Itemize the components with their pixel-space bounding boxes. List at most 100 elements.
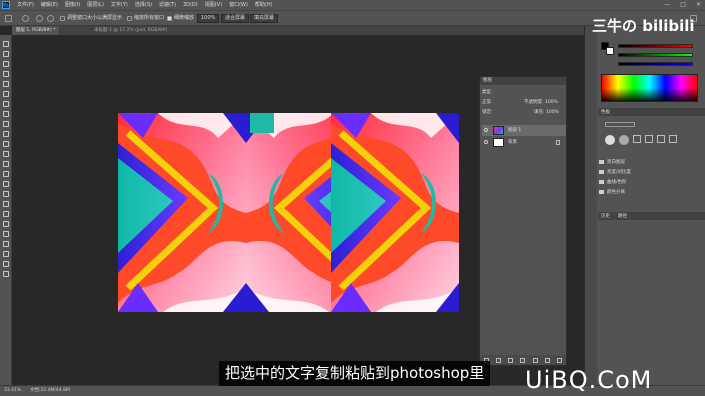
bilibili-watermark: 三牛の bilibili (592, 17, 695, 35)
brush-preset-icon[interactable] (669, 135, 677, 143)
folder-icon (599, 159, 604, 164)
eyedropper-tool-icon[interactable] (3, 91, 9, 97)
tab-history[interactable]: 历史 (601, 213, 610, 219)
gradient-tool-icon[interactable] (3, 151, 9, 157)
fill-control[interactable]: 填充: 100% (534, 109, 559, 115)
brush-preset-icon[interactable] (605, 135, 615, 145)
menu-item[interactable]: 视图(V) (205, 1, 222, 9)
clone-tool-icon[interactable] (3, 121, 9, 127)
blur-tool-icon[interactable] (3, 161, 9, 167)
layer-row-1[interactable]: 图层 1 (482, 125, 566, 136)
history-brush-tool-icon[interactable] (3, 131, 9, 137)
background-color-swatch[interactable] (606, 47, 614, 55)
tab-paths[interactable]: 路径 (618, 213, 627, 219)
menu-item[interactable]: 帮助(H) (255, 1, 273, 9)
kind-label: 类型 (482, 90, 491, 95)
screen-mode-tool-icon[interactable] (3, 271, 9, 277)
menu-item[interactable]: 文件(F) (17, 1, 34, 9)
library-item[interactable]: 颜色分离 (599, 189, 625, 195)
pen-tool-icon[interactable] (3, 181, 9, 187)
color-tool-icon[interactable] (3, 251, 9, 257)
type-tool-icon[interactable] (3, 191, 9, 197)
zoom-in-icon[interactable] (36, 15, 43, 22)
brush-preset-icon[interactable] (657, 135, 665, 143)
brush-preset-icon[interactable] (633, 135, 641, 143)
blue-slider[interactable] (618, 62, 693, 66)
zoom-out-icon[interactable] (47, 15, 54, 22)
menu-item[interactable]: 3D(D) (183, 1, 198, 9)
zoom-100-button[interactable]: 100% (197, 14, 220, 23)
new-layer-icon[interactable] (545, 357, 551, 363)
tab-swatches[interactable]: 色板 (601, 109, 610, 115)
library-item[interactable]: 亮度/对比度 (599, 169, 631, 175)
mask-icon[interactable] (508, 357, 514, 363)
zoom-level[interactable]: 33.41% (4, 386, 21, 396)
maximize-button[interactable]: □ (680, 0, 686, 10)
eye-icon[interactable] (484, 128, 488, 132)
dodge-tool-icon[interactable] (3, 171, 9, 177)
home-icon[interactable] (5, 15, 12, 22)
fit-screen-button[interactable]: 适合屏幕 (221, 14, 250, 23)
eraser-tool-icon[interactable] (3, 141, 9, 147)
brush-presets (605, 135, 695, 145)
red-slider[interactable] (618, 44, 693, 48)
minimize-button[interactable]: — (664, 0, 670, 10)
menu-item[interactable]: 窗口(W) (229, 1, 248, 9)
layer-row-background[interactable]: 背景 (482, 137, 566, 148)
quick-mask-tool-icon[interactable] (3, 261, 9, 267)
menu-item[interactable]: 图层(L) (87, 1, 104, 9)
layers-panel: 图层 类型 正常 不透明度: 100% 锁定: 填充: 100% 图层 1 背景 (479, 76, 567, 366)
zoom-tool-icon[interactable] (22, 15, 29, 22)
marquee-tool-icon[interactable] (3, 51, 9, 57)
library-item-label: 黑白图层 (607, 160, 625, 165)
checkbox-resize-icon[interactable] (60, 16, 65, 21)
tools-panel (0, 35, 12, 385)
fill-screen-button[interactable]: 填充屏幕 (250, 14, 279, 23)
layers-panel-footer (480, 355, 566, 365)
group-icon[interactable] (532, 357, 538, 363)
brush-preset-icon[interactable] (645, 135, 653, 143)
kind-filter[interactable]: 类型 (482, 89, 491, 95)
checkbox-all-windows-icon[interactable] (127, 16, 132, 21)
fx-icon[interactable] (495, 357, 501, 363)
healing-tool-icon[interactable] (3, 101, 9, 107)
lasso-tool-icon[interactable] (3, 61, 9, 67)
menu-item[interactable]: 编辑(E) (41, 1, 58, 9)
brush-preset-icon[interactable] (619, 135, 629, 145)
close-button[interactable]: ✕ (696, 0, 701, 10)
brush-tool-icon[interactable] (3, 111, 9, 117)
quick-select-tool-icon[interactable] (3, 71, 9, 77)
rectangle-tool-icon[interactable] (3, 211, 9, 217)
folder-icon (599, 169, 604, 174)
layer-thumbnail (493, 126, 504, 135)
edit-toolbar-tool-icon[interactable] (3, 241, 9, 247)
canvas-artwork (118, 113, 459, 312)
green-slider[interactable] (618, 53, 693, 57)
menu-item[interactable]: 滤镜(T) (159, 1, 176, 9)
color-spectrum[interactable] (601, 74, 698, 102)
menu-item[interactable]: 文字(Y) (111, 1, 128, 9)
tab-active-document[interactable]: 图层 1, RGB/8#) * (12, 26, 60, 35)
checkbox-scrubby-icon[interactable] (167, 16, 172, 21)
opacity-control[interactable]: 不透明度: 100% (524, 99, 558, 105)
zoom-tool-icon[interactable] (3, 231, 9, 237)
menu-item[interactable]: 图像(I) (65, 1, 80, 9)
hand-tool-icon[interactable] (3, 221, 9, 227)
trash-icon[interactable] (557, 357, 563, 363)
layer-name: 图层 1 (508, 128, 522, 133)
menu-item[interactable]: 选择(S) (135, 1, 152, 9)
document-canvas[interactable] (118, 113, 459, 312)
eye-icon[interactable] (484, 140, 488, 144)
paths-tabbar: 历史 路径 (598, 212, 705, 220)
path-select-tool-icon[interactable] (3, 201, 9, 207)
tab-untitled-document[interactable]: 未标题-1 @ 17.2% (psd, RGB/8#) (90, 26, 171, 35)
blend-mode-select[interactable]: 正常 (482, 99, 491, 105)
library-item[interactable]: 黑白图层 (599, 159, 625, 165)
move-tool-icon[interactable] (3, 41, 9, 47)
adjustment-icon[interactable] (520, 357, 526, 363)
right-dock: 色板 黑白图层 亮度/对比度 曲线/色阶 颜色分离 历史 路径 (584, 26, 705, 385)
library-item-label: 颜色分离 (607, 190, 625, 195)
swatch-search-field[interactable] (605, 122, 635, 127)
library-item[interactable]: 曲线/色阶 (599, 179, 627, 185)
crop-tool-icon[interactable] (3, 81, 9, 87)
